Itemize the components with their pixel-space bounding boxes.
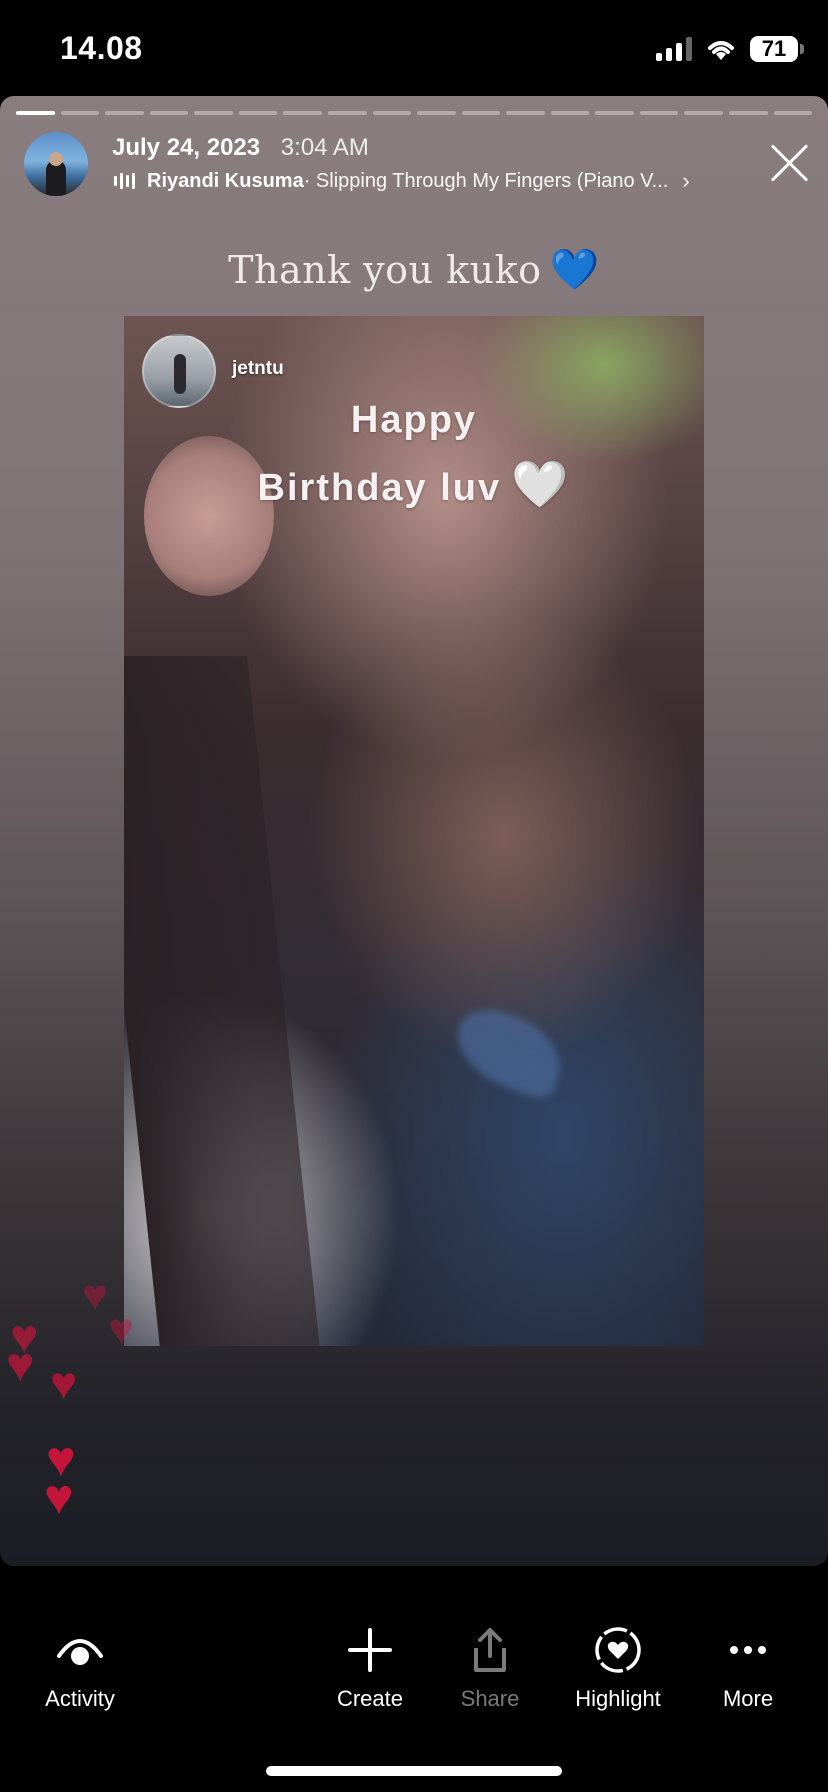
progress-segment (149, 111, 189, 115)
music-artist: Riyandi Kusuma (147, 169, 304, 192)
story-date: July 24, 2023 (112, 134, 261, 161)
activity-label: Activity (45, 1686, 115, 1711)
reshared-text: Happy Birthday luv 🤍 (124, 388, 704, 520)
progress-segment (105, 111, 144, 115)
highlight-label: Highlight (575, 1686, 661, 1711)
progress-segment (238, 111, 278, 115)
heart-icon: ♥ (6, 1339, 35, 1392)
reshared-text-line1: Happy (350, 399, 478, 441)
highlight-heart-icon (548, 1620, 688, 1680)
reshared-story-photo[interactable]: jetntu Happy Birthday luv 🤍 (124, 316, 704, 1346)
status-icons: 71 (656, 34, 804, 64)
story-progress-bar (16, 111, 813, 115)
music-title: · Slipping Through My Fingers (Piano V..… (303, 169, 669, 192)
status-time: 14.08 (60, 30, 143, 66)
progress-segment (639, 111, 679, 115)
progress-segment (506, 111, 545, 115)
progress-segment (194, 111, 233, 115)
music-attribution[interactable]: Riyandi Kusuma · Slipping Through My Fin… (114, 168, 690, 194)
story-time: 3:04 AM (280, 134, 369, 161)
progress-segment (16, 111, 55, 115)
progress-segment (773, 111, 813, 115)
create-label: Create (336, 1686, 404, 1711)
heart-icon: ♥ (108, 1305, 135, 1354)
story-caption: Thank you kuko 💙 (0, 246, 828, 293)
close-button[interactable] (768, 140, 812, 184)
battery-icon: 71 (750, 36, 804, 62)
caption-text: Thank you kuko (228, 248, 542, 292)
plus-icon (300, 1620, 440, 1680)
story-timestamp: July 24, 2023 3:04 AM (112, 134, 369, 162)
progress-segment (60, 111, 100, 115)
story-viewer[interactable]: July 24, 2023 3:04 AM Riyandi Kusuma · S… (0, 96, 828, 1566)
progress-segment (461, 111, 501, 115)
more-icon (678, 1620, 818, 1680)
reshared-username[interactable]: jetntu (232, 358, 284, 380)
progress-segment (372, 111, 412, 115)
chevron-right-icon: › (682, 168, 690, 193)
audio-bars-icon (114, 173, 135, 189)
reshared-text-line2-label: Birthday luv (257, 467, 502, 509)
wifi-icon (708, 41, 734, 60)
heart-icon: ♥ (44, 1469, 74, 1525)
create-button[interactable]: Create (300, 1620, 440, 1712)
heart-icon: ♥ (82, 1271, 109, 1320)
share-button[interactable]: Share (420, 1620, 560, 1712)
progress-segment (684, 111, 723, 115)
reshared-text-line2: Birthday luv 🤍 (124, 452, 704, 520)
progress-segment (729, 111, 768, 115)
avatar[interactable] (24, 132, 88, 196)
status-bar: 14.08 71 (0, 0, 828, 96)
blue-heart-emoji: 💙 (549, 247, 600, 293)
progress-segment (327, 111, 367, 115)
share-icon (420, 1620, 560, 1680)
activity-button[interactable]: Activity (10, 1620, 150, 1712)
eye-icon (10, 1620, 150, 1680)
share-label: Share (460, 1686, 520, 1711)
white-heart-emoji: 🤍 (511, 458, 571, 510)
progress-segment (283, 111, 322, 115)
progress-segment (417, 111, 456, 115)
signal-icon (656, 37, 692, 61)
more-label: More (722, 1686, 774, 1711)
highlight-button[interactable]: Highlight (548, 1620, 688, 1712)
home-indicator[interactable] (266, 1766, 562, 1776)
story-action-bar: Activity Create Share Highlight More (0, 1566, 828, 1792)
heart-icon: ♥ (50, 1357, 78, 1409)
progress-segment (595, 111, 634, 115)
progress-segment (550, 111, 590, 115)
more-button[interactable]: More (678, 1620, 818, 1712)
